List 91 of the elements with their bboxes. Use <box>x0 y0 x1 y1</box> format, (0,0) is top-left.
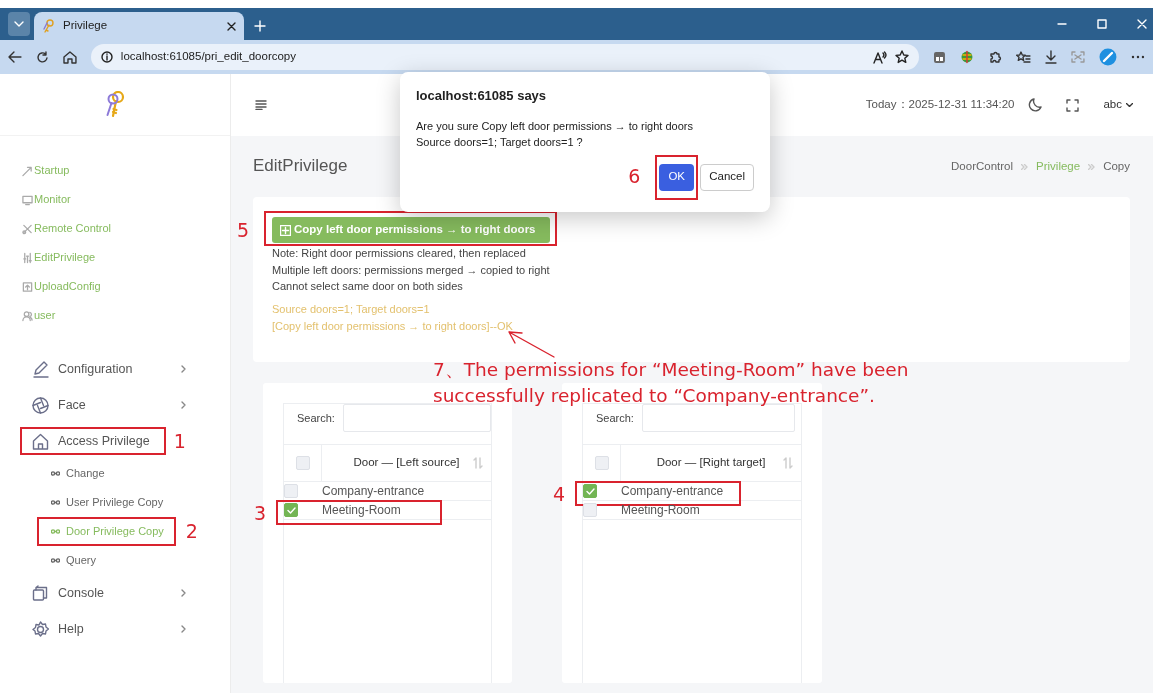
callout-number: 3 <box>254 504 267 523</box>
download-icon[interactable] <box>1045 50 1058 64</box>
table-cell-text: Company-entrance <box>621 483 724 500</box>
callout-frame <box>655 154 699 200</box>
more-icon[interactable] <box>1131 55 1145 59</box>
callout-number: 4 <box>553 485 566 504</box>
checkbox[interactable] <box>583 484 597 498</box>
search-label: Search: <box>297 410 335 426</box>
tab-list-button[interactable] <box>8 12 30 36</box>
chevron-down-icon <box>14 21 24 27</box>
sidebar-menu-item[interactable]: Access Privilege <box>20 426 166 456</box>
favorites-icon[interactable] <box>1016 50 1032 64</box>
arrow-icon <box>22 164 33 177</box>
note-text: Note: Right door permissions cleared, then replaced <box>272 246 527 261</box>
url-text: localhost:61085/pri_edit_doorcopy <box>120 49 296 65</box>
fullscreen-icon[interactable] <box>1066 98 1080 112</box>
search-label: Search: <box>596 410 634 426</box>
callout-number: 5 <box>237 221 250 240</box>
search-field[interactable] <box>342 404 491 432</box>
globe-icon[interactable] <box>960 50 975 64</box>
close-icon[interactable] <box>227 21 236 31</box>
maximize-icon[interactable] <box>1097 19 1107 29</box>
sidebar-menu-item[interactable]: Face <box>20 390 102 420</box>
status-text: [Copy left door permissions → to right doors]--OK <box>272 318 514 334</box>
note-text: Multiple left doors: permissions merged → copied to right <box>272 262 551 278</box>
callout-number: 6 <box>628 166 641 186</box>
dialog-message: Are you sure Copy left door permissions → to right doors <box>416 118 694 134</box>
page-title: EditPrivilege <box>253 156 348 177</box>
new-tab-icon[interactable] <box>254 20 266 32</box>
monitor-icon <box>22 193 33 206</box>
menu-icon[interactable] <box>255 100 267 110</box>
submenu-item[interactable]: Query <box>37 546 108 575</box>
home-icon <box>32 432 49 450</box>
submenu-item[interactable]: User Privilege Copy <box>37 488 176 517</box>
note-text: Cannot select same door on both sides <box>272 279 464 294</box>
sidebar-menu-item[interactable]: Help <box>20 614 100 644</box>
star-icon[interactable] <box>895 50 910 64</box>
moon-icon[interactable] <box>1028 98 1043 112</box>
breadcrumb-separator-icon <box>1088 163 1096 170</box>
date-time-text: Today：2025-12-31 11:34:20 <box>865 97 1015 113</box>
check-icon <box>286 506 296 514</box>
refresh-icon[interactable] <box>35 50 49 64</box>
submenu-item[interactable]: Change <box>37 459 117 488</box>
column-header[interactable]: Door — [Left source] <box>353 454 460 472</box>
cancel-button[interactable]: Cancel <box>700 163 754 191</box>
pencil-icon <box>32 360 49 378</box>
keys-logo-icon <box>105 90 125 119</box>
check-icon <box>585 487 595 495</box>
checkbox[interactable] <box>284 503 298 517</box>
extension-window-icon[interactable] <box>933 50 947 64</box>
ok-button[interactable]: OK <box>659 163 695 191</box>
breadcrumb-item: Copy <box>1103 158 1130 174</box>
aperture-icon <box>32 396 49 414</box>
dialog-message: Source doors=1; Target doors=1 ? <box>416 134 584 150</box>
key-icon <box>42 18 55 34</box>
breadcrumb-item: DoorControl <box>951 158 1014 174</box>
sliders-icon <box>22 251 33 264</box>
upload-icon <box>22 280 33 293</box>
stacked-pages-icon <box>32 584 49 602</box>
tools-icon <box>22 222 33 235</box>
back-arrow-icon[interactable] <box>8 51 22 63</box>
search-field[interactable] <box>641 404 795 432</box>
link-icon <box>51 558 60 563</box>
column-header[interactable]: Door — [Right target] <box>656 454 766 472</box>
sidebar-menu-item[interactable]: Configuration <box>20 354 149 384</box>
callout-number: 1 <box>173 431 186 451</box>
dialog-title: localhost:61085 says <box>416 87 548 105</box>
users-icon <box>22 309 33 322</box>
user-menu[interactable]: abc <box>1103 96 1133 114</box>
puzzle-icon[interactable] <box>988 50 1003 64</box>
gear-icon <box>32 620 49 638</box>
browser-tab[interactable]: Privilege <box>34 12 244 40</box>
tab-title: Privilege <box>63 18 108 34</box>
info-icon <box>100 51 113 63</box>
table-cell-text: Meeting-Room <box>322 502 401 519</box>
breadcrumb-separator-icon <box>1021 163 1029 170</box>
read-aloud-icon[interactable] <box>873 50 888 64</box>
annotation-note: 7、The permissions for “Meeting-Room” have been successfully replicated to “Company-entrance”. <box>433 358 910 408</box>
table-cell-text: Meeting-Room <box>621 502 700 519</box>
home-icon[interactable] <box>62 50 77 64</box>
profile-circle-icon[interactable] <box>1099 48 1118 66</box>
plus-square-icon <box>280 224 291 236</box>
sidebar-menu-item[interactable]: Console <box>20 578 120 608</box>
status-text: Source doors=1; Target doors=1 <box>272 301 431 317</box>
callout-number: 2 <box>185 522 198 541</box>
address-bar[interactable]: localhost:61085/pri_edit_doorcopy <box>90 44 920 70</box>
link-icon <box>51 529 60 534</box>
link-icon <box>51 500 60 505</box>
chevron-down-icon <box>1126 103 1133 107</box>
table-cell-text: Company-entrance <box>322 483 425 500</box>
link-icon <box>51 471 60 476</box>
